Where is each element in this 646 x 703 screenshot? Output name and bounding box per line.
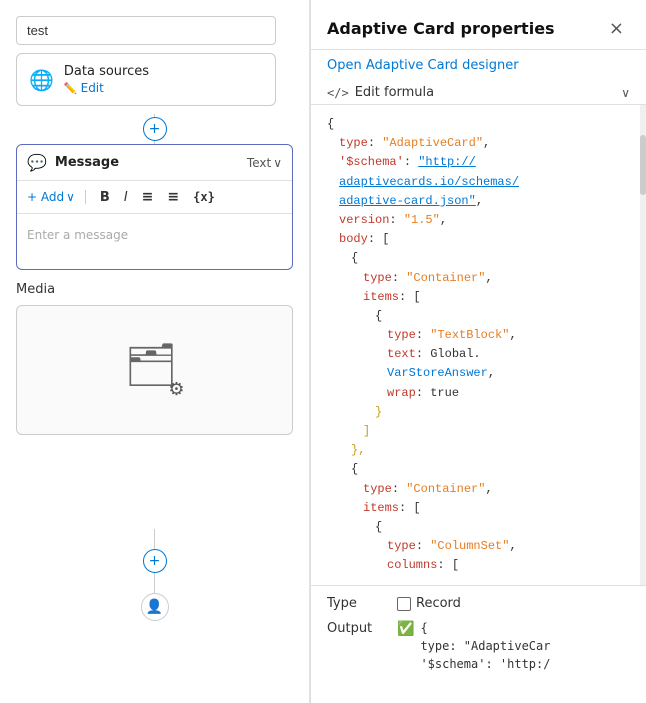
output-label: Output: [327, 621, 387, 636]
right-panel-header: Adaptive Card properties ×: [311, 0, 646, 50]
code-line-7: body: [: [327, 230, 630, 249]
text-dropdown[interactable]: Text ∨: [247, 156, 282, 170]
data-sources-text: Data sources ✏️ Edit: [64, 64, 149, 95]
bold-button[interactable]: B: [96, 188, 114, 207]
designer-link[interactable]: Open Adaptive Card designer: [311, 50, 646, 81]
code-line-21: items: [: [327, 499, 630, 518]
message-header: 💬 Message Text ∨: [17, 145, 292, 181]
dropdown-chevron-icon: ∨: [273, 156, 282, 170]
ordered-list-button[interactable]: ≡: [163, 187, 183, 207]
right-panel: Adaptive Card properties × Open Adaptive…: [310, 0, 646, 703]
message-card: 💬 Message Text ∨ + Add ∨ B I ≡ ≡ {x} Ent…: [16, 144, 293, 270]
add-chevron-icon: ∨: [66, 190, 75, 204]
message-input-area[interactable]: Enter a message: [17, 214, 292, 269]
code-line-11: {: [327, 307, 630, 326]
add-circle-button-bottom[interactable]: +: [143, 549, 167, 573]
record-label: Record: [416, 596, 461, 611]
edit-link[interactable]: ✏️ Edit: [64, 81, 149, 95]
media-icon-stack: 🗂 ⚙: [125, 340, 185, 400]
type-row: Type Record: [327, 596, 630, 611]
data-sources-label: Data sources: [64, 64, 149, 79]
code-line-5: adaptive-card.json",: [327, 192, 630, 211]
output-code-line1: {: [420, 619, 550, 637]
code-line-20: type: "Container",: [327, 480, 630, 499]
globe-icon: 🌐: [29, 68, 54, 92]
output-code-line2: type: "AdaptiveCar: [420, 637, 550, 655]
message-icon: 💬: [27, 153, 47, 172]
code-line-8: {: [327, 249, 630, 268]
code-line-13: text: Global.: [327, 345, 630, 364]
code-line-9: type: "Container",: [327, 269, 630, 288]
output-row: Output ✅ { type: "AdaptiveCar '$schema':…: [327, 619, 630, 673]
code-area[interactable]: { type: "AdaptiveCard", '$schema': "http…: [311, 105, 646, 585]
left-panel: 🌐 Data sources ✏️ Edit + 💬 Message Text …: [0, 0, 310, 703]
add-circle-button-top[interactable]: +: [143, 117, 167, 141]
formula-chevron-icon[interactable]: ∨: [621, 86, 630, 100]
media-label: Media: [16, 282, 293, 297]
edit-label: Edit: [81, 81, 104, 95]
scrollbar-track: [640, 105, 646, 585]
record-icon: [397, 597, 411, 611]
message-toolbar: + Add ∨ B I ≡ ≡ {x}: [17, 181, 292, 214]
code-line-24: columns: [: [327, 556, 630, 575]
code-line-3: '$schema': "http://: [327, 153, 630, 172]
message-placeholder: Enter a message: [27, 228, 128, 242]
code-line-1: {: [327, 115, 630, 134]
code-line-10: items: [: [327, 288, 630, 307]
text-label: Text: [247, 156, 271, 170]
toolbar-separator: [85, 190, 86, 204]
code-line-15: wrap: true: [327, 384, 630, 403]
gear-icon: ⚙: [168, 379, 184, 400]
bottom-line: [154, 529, 155, 549]
code-line-23: type: "ColumnSet",: [327, 537, 630, 556]
close-button[interactable]: ×: [603, 16, 630, 41]
code-line-6: version: "1.5",: [327, 211, 630, 230]
list-button[interactable]: ≡: [138, 187, 158, 207]
media-box[interactable]: 🗂 ⚙: [16, 305, 293, 435]
output-content: ✅ { type: "AdaptiveCar '$schema': 'http:…: [397, 619, 550, 673]
code-line-19: {: [327, 460, 630, 479]
top-connector-line: +: [0, 114, 309, 144]
output-code: { type: "AdaptiveCar '$schema': 'http:/: [420, 619, 550, 673]
code-line-2: type: "AdaptiveCard",: [327, 134, 630, 153]
output-code-line3: '$schema': 'http:/: [420, 655, 550, 673]
check-icon: ✅: [397, 621, 414, 637]
code-line-18: },: [327, 441, 630, 460]
code-line-14: VarStoreAnswer,: [327, 364, 630, 383]
bottom-line2: [154, 573, 155, 593]
add-toolbar-button[interactable]: + Add ∨: [27, 190, 75, 204]
left-top-section: 🌐 Data sources ✏️ Edit: [0, 0, 309, 114]
code-line-22: {: [327, 518, 630, 537]
bottom-panel: Type Record Output ✅ { type: "AdaptiveCa…: [311, 585, 646, 683]
italic-button[interactable]: I: [120, 188, 132, 207]
record-badge: Record: [397, 596, 461, 611]
data-sources-box: 🌐 Data sources ✏️ Edit: [16, 53, 276, 106]
scrollbar-thumb[interactable]: [640, 135, 646, 195]
message-title: Message: [55, 155, 239, 170]
bottom-connector: + 👤: [0, 447, 309, 703]
add-label: + Add: [27, 190, 64, 204]
code-line-16: }: [327, 403, 630, 422]
type-label: Type: [327, 596, 387, 611]
search-input[interactable]: [16, 16, 276, 45]
user-icon: 👤: [141, 593, 169, 621]
code-line-4: adaptivecards.io/schemas/: [327, 173, 630, 192]
formula-tag: </>: [327, 86, 349, 100]
formula-label: Edit formula: [355, 85, 616, 100]
code-line-12: type: "TextBlock",: [327, 326, 630, 345]
code-button[interactable]: {x}: [189, 188, 219, 206]
right-panel-title: Adaptive Card properties: [327, 19, 603, 38]
pencil-icon: ✏️: [64, 82, 78, 95]
media-section: Media 🗂 ⚙: [0, 270, 309, 447]
code-line-17: ]: [327, 422, 630, 441]
formula-bar: </> Edit formula ∨: [311, 81, 646, 105]
